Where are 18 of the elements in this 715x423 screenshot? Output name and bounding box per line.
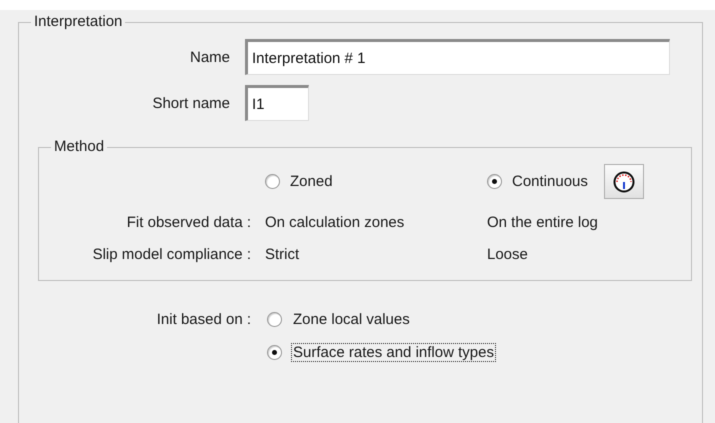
method-value: Strict [265,246,300,263]
gauge-button[interactable] [604,164,644,199]
field-label: Name [188,48,230,66]
init-label: Init based on : [156,311,251,328]
group-title: Interpretation [31,13,126,31]
radio-button[interactable]: Zoned [265,173,333,190]
radio-button[interactable]: Continuous [487,173,588,190]
field-label: Short name [151,94,230,112]
radio-button[interactable]: Surface rates and inflow types [267,344,702,361]
gauge-icon [612,170,636,192]
method-value: Loose [487,246,529,263]
text-field[interactable]: I1 [245,85,309,121]
row-label: Slip model compliance : [92,246,251,263]
method-value: On calculation zones [265,214,406,231]
row-label: Fit observed data : [126,214,251,231]
text-field[interactable]: Interpretation # 1 [245,39,670,75]
method-value: On the entire log [487,214,599,231]
radio-button[interactable]: Zone local values [267,311,702,328]
